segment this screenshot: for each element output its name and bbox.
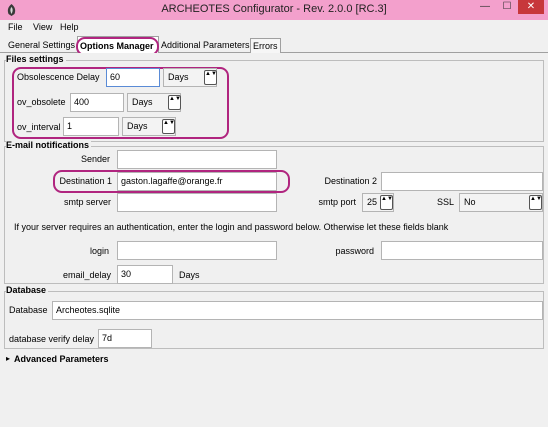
destination-2-label: Destination 2 <box>324 176 377 186</box>
window-title: ARCHEOTES Configurator - Rev. 2.0.0 [RC.… <box>161 3 387 15</box>
password-label: password <box>335 246 374 256</box>
smtp-server-input[interactable] <box>117 193 277 212</box>
email-delay-unit: Days <box>179 270 200 280</box>
destination-1-input[interactable]: gaston.lagaffe@orange.fr <box>117 172 277 191</box>
obsolescence-spin-icon[interactable]: ▲▼ <box>204 70 217 85</box>
destination-1-label: Destination 1 <box>59 176 112 186</box>
database-verify-delay-label: database verify delay <box>9 334 95 344</box>
minimize-button[interactable]: — <box>474 0 496 14</box>
login-input[interactable] <box>117 241 277 260</box>
menu-file[interactable]: File <box>8 22 23 32</box>
close-button[interactable]: ✕ <box>518 0 544 14</box>
login-label: login <box>89 246 109 256</box>
ov-interval-spin-icon[interactable]: ▲▼ <box>162 119 175 134</box>
smtp-port-spin-icon[interactable]: ▲▼ <box>380 195 393 210</box>
smtp-port-label: smtp port <box>318 197 356 207</box>
ov-interval-input[interactable]: 1 <box>63 117 119 136</box>
destination-2-input[interactable] <box>381 172 543 191</box>
email-delay-label: email_delay <box>62 270 111 280</box>
ov-obsolete-input[interactable]: 400 <box>70 93 124 112</box>
ssl-spin-icon[interactable]: ▲▼ <box>529 195 542 210</box>
tab-additional-parameters[interactable]: Additional Parameters <box>159 38 252 53</box>
ov-obsolete-label: ov_obsolete <box>17 97 66 107</box>
menu-help[interactable]: Help <box>60 22 79 32</box>
maximize-button[interactable]: ☐ <box>496 0 518 14</box>
files-settings-title: Files settings <box>6 54 66 64</box>
tab-general-settings[interactable]: General Settings <box>6 38 77 53</box>
database-label: Database <box>9 305 48 315</box>
email-delay-input[interactable]: 30 <box>117 265 173 284</box>
database-title: Database <box>6 285 49 295</box>
tab-errors[interactable]: Errors <box>250 38 281 53</box>
email-notifications-title: E-mail notifications <box>6 140 92 150</box>
ov-interval-label: ov_interval <box>17 122 61 132</box>
smtp-server-label: smtp server <box>63 197 111 207</box>
sender-input[interactable] <box>117 150 277 169</box>
advanced-parameters-expander[interactable]: Advanced Parameters <box>14 354 109 364</box>
database-verify-delay-input[interactable]: 7d <box>98 329 152 348</box>
database-input[interactable]: Archeotes.sqlite <box>52 301 543 320</box>
obsolescence-delay-label: Obsolescence Delay <box>17 72 100 82</box>
ssl-label: SSL <box>437 197 455 207</box>
expander-icon[interactable]: ▸ <box>6 354 10 363</box>
sender-label: Sender <box>80 154 110 164</box>
obsolescence-delay-input[interactable]: 60 <box>106 68 160 87</box>
auth-info-text: If your server requires an authenticatio… <box>14 222 449 232</box>
menu-view[interactable]: View <box>33 22 52 32</box>
password-input[interactable] <box>381 241 543 260</box>
ov-obsolete-spin-icon[interactable]: ▲▼ <box>168 95 181 110</box>
menu-bar <box>0 20 548 35</box>
